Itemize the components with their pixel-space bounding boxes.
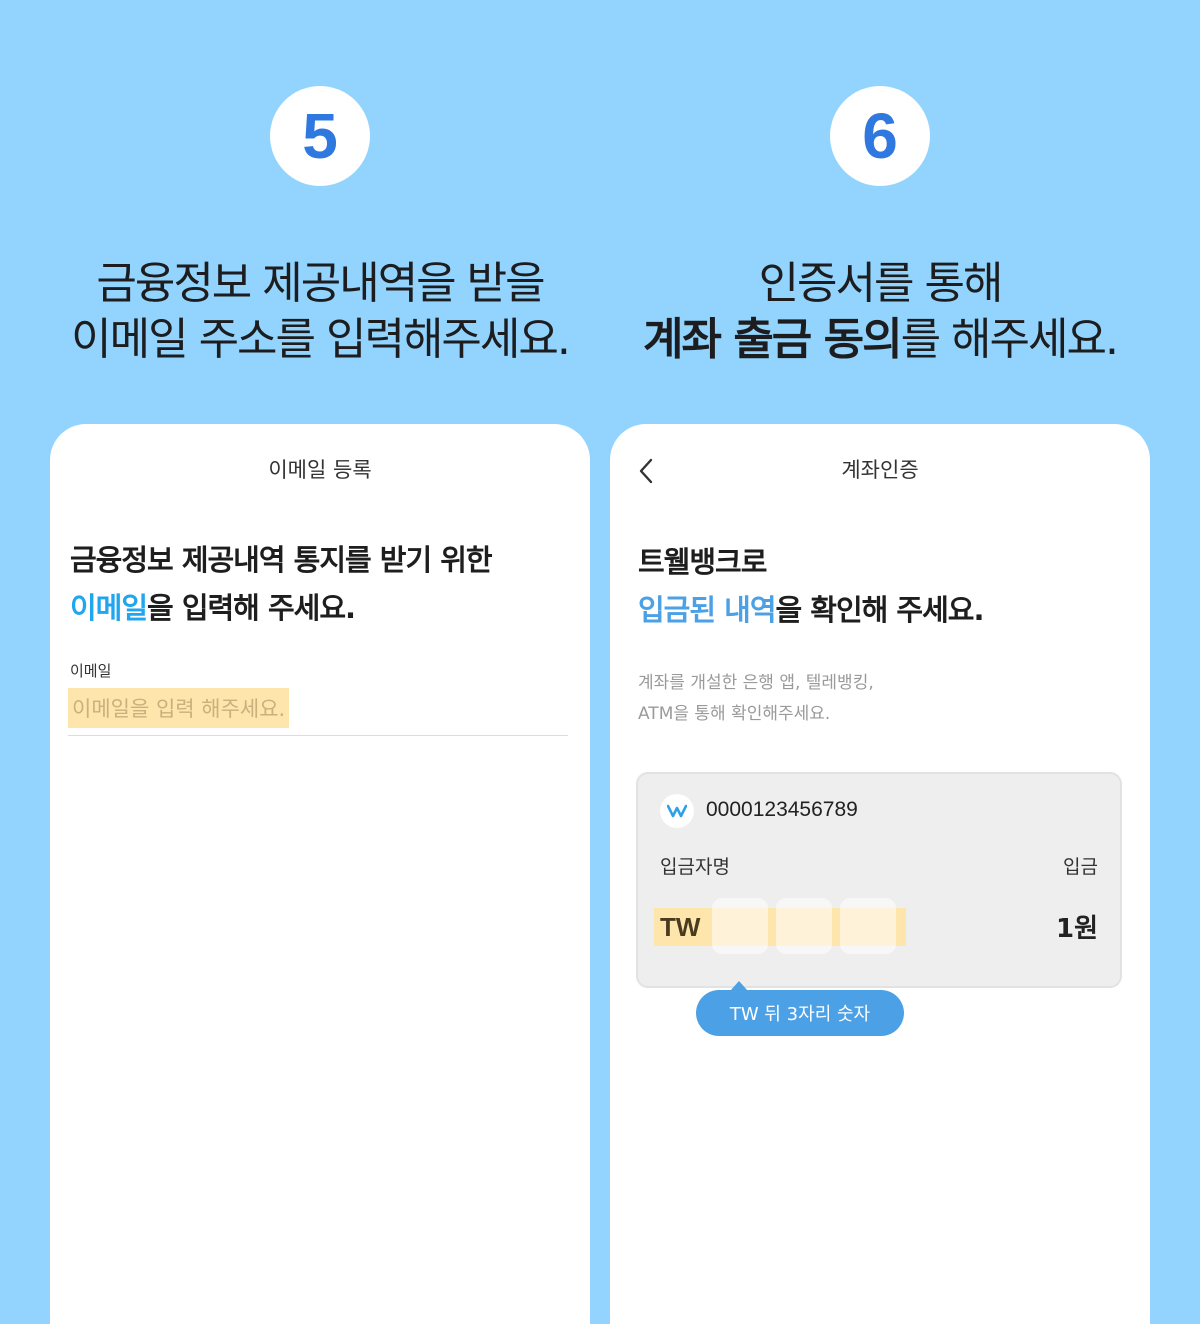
- instruction-line: ATM을 통해 확인해주세요.: [638, 704, 831, 724]
- headline-line: 이메일을 입력해 주세요.: [70, 584, 492, 632]
- deposit-amount: 1원: [1055, 914, 1098, 944]
- tooltip-arrow: [730, 981, 748, 991]
- headline-accent: 이메일: [70, 591, 148, 625]
- deposit-label: 입금: [1063, 856, 1098, 878]
- step-number: 6: [862, 100, 898, 172]
- email-input[interactable]: [68, 686, 568, 736]
- account-card: 0000123456789 입금자명 입금 TW 1원: [636, 772, 1122, 988]
- headline-line: 금융정보 제공내역 통지를 받기 위한: [70, 543, 493, 577]
- bank-logo-icon: [660, 794, 694, 828]
- digit-input-1[interactable]: [712, 898, 768, 954]
- account-verification-screen: 계좌인증 트웰뱅크로 입금된 내역을 확인해 주세요. 계좌를 개설한 은행 앱…: [610, 424, 1150, 1324]
- step-number: 5: [302, 100, 338, 172]
- caption-line: 금융정보 제공내역을 받을: [96, 258, 545, 309]
- screen-headline: 트웰뱅크로 입금된 내역을 확인해 주세요.: [638, 538, 985, 634]
- headline-line: 트웰뱅크로: [638, 545, 767, 579]
- depositor-code-row: TW: [652, 898, 908, 954]
- headline-rest: 을 입력해 주세요.: [147, 591, 356, 625]
- instruction-text: 계좌를 개설한 은행 앱, 텔레뱅킹, ATM을 통해 확인해주세요.: [638, 668, 874, 730]
- step-6-badge: 6: [830, 86, 930, 186]
- caption-line: 계좌 출금 동의를 해주세요.: [580, 312, 1180, 368]
- digit-input-3[interactable]: [840, 898, 896, 954]
- hint-tooltip: TW 뒤 3자리 숫자: [696, 981, 904, 1036]
- account-number: 0000123456789: [706, 798, 858, 821]
- step-5-badge: 5: [270, 86, 370, 186]
- headline-accent: 입금된 내역: [638, 593, 776, 627]
- caption-line: 인증서를 통해: [758, 258, 1004, 309]
- caption-bold-text: 계좌 출금 동의: [643, 314, 903, 365]
- headline-line: 입금된 내역을 확인해 주세요.: [638, 586, 985, 634]
- step-6-caption: 인증서를 통해 계좌 출금 동의를 해주세요.: [580, 256, 1180, 368]
- tooltip-text: TW 뒤 3자리 숫자: [729, 1004, 871, 1025]
- instruction-line: 계좌를 개설한 은행 앱, 텔레뱅킹,: [638, 673, 874, 693]
- depositor-label: 입금자명: [660, 856, 730, 878]
- caption-rest-text: 를 해주세요.: [900, 314, 1119, 365]
- email-field-label: 이메일: [70, 662, 112, 680]
- screen-title: 계좌인증: [841, 458, 919, 482]
- step-5-caption: 금융정보 제공내역을 받을 이메일 주소를 입력해주세요.: [20, 256, 620, 368]
- headline-rest: 을 확인해 주세요.: [775, 593, 985, 627]
- caption-line: 이메일 주소를 입력해주세요.: [71, 314, 571, 365]
- screen-title: 이메일 등록: [268, 458, 372, 482]
- depositor-prefix: TW: [660, 911, 701, 942]
- email-registration-screen: 이메일 등록 금융정보 제공내역 통지를 받기 위한 이메일을 입력해 주세요.…: [50, 424, 590, 1324]
- digit-input-2[interactable]: [776, 898, 832, 954]
- screen-headline: 금융정보 제공내역 통지를 받기 위한 이메일을 입력해 주세요.: [70, 536, 493, 632]
